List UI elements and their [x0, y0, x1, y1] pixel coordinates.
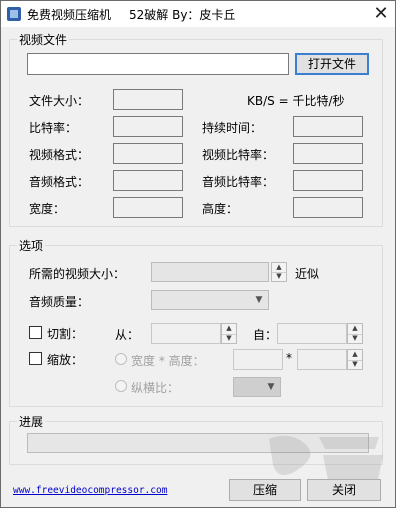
- open-file-button[interactable]: 打开文件: [295, 53, 369, 75]
- file-path-input[interactable]: [27, 53, 289, 75]
- wh-radio[interactable]: [115, 353, 127, 365]
- scale-checkbox[interactable]: [29, 352, 42, 365]
- from-label: 从：: [115, 328, 140, 342]
- close-window-icon[interactable]: ✕: [369, 3, 393, 25]
- aspect-label: 纵横比：: [131, 381, 180, 395]
- scale-height-field[interactable]: [297, 349, 347, 370]
- audio-bitrate-field: [293, 170, 363, 191]
- video-bitrate-label: 视频比特率：: [202, 148, 275, 162]
- cut-checkbox[interactable]: [29, 326, 42, 339]
- chevron-down-icon: ▼: [267, 382, 275, 392]
- spin-down-icon[interactable]: ▼: [348, 360, 362, 370]
- aspect-select[interactable]: ▼: [233, 377, 281, 397]
- file-size-label: 文件大小：: [29, 94, 90, 108]
- height-label: 高度：: [202, 202, 239, 216]
- app-icon: [7, 7, 21, 21]
- spin-down-icon[interactable]: ▼: [222, 334, 236, 344]
- cut-from-spinner[interactable]: ▲ ▼: [221, 323, 237, 344]
- target-size-spinner[interactable]: ▲ ▼: [271, 262, 287, 282]
- close-button[interactable]: 关闭: [307, 479, 381, 501]
- approx-label: 近似: [295, 267, 320, 281]
- audio-format-field: [113, 170, 183, 191]
- height-field: [293, 197, 363, 218]
- video-file-group-label: 视频文件: [17, 31, 70, 48]
- aspect-radio[interactable]: [115, 380, 127, 392]
- audio-bitrate-label: 音频比特率：: [202, 175, 275, 189]
- width-field: [113, 197, 183, 218]
- cut-to-spinner[interactable]: ▲ ▼: [347, 323, 363, 344]
- bitrate-label: 比特率：: [29, 121, 78, 135]
- target-size-label: 所需的视频大小：: [29, 267, 126, 281]
- video-bitrate-field: [293, 143, 363, 164]
- to-label: 自：: [253, 328, 278, 342]
- chevron-down-icon: ▼: [255, 295, 263, 305]
- window-title: 免费视频压缩机: [27, 8, 112, 22]
- spin-down-icon[interactable]: ▼: [348, 334, 362, 344]
- duration-label: 持续时间：: [202, 121, 263, 135]
- target-size-select[interactable]: [151, 262, 269, 282]
- scale-width-field[interactable]: [233, 349, 283, 370]
- duration-field: [293, 116, 363, 137]
- video-format-field: [113, 143, 183, 164]
- scale-label: 缩放：: [47, 353, 84, 367]
- file-size-field: [113, 89, 183, 110]
- window-subtitle: 52破解 By：皮卡丘: [129, 8, 236, 22]
- scale-height-spinner[interactable]: ▲ ▼: [347, 349, 363, 370]
- title-bar: 免费视频压缩机 52破解 By：皮卡丘 ✕: [1, 1, 395, 27]
- audio-quality-select[interactable]: ▼: [151, 290, 269, 310]
- audio-quality-label: 音频质量：: [29, 295, 90, 309]
- compress-button[interactable]: 压缩: [229, 479, 301, 501]
- options-group-label: 选项: [17, 237, 46, 254]
- cut-label: 切割：: [47, 327, 84, 341]
- video-format-label: 视频格式：: [29, 148, 90, 162]
- spin-down-icon[interactable]: ▼: [272, 272, 286, 281]
- cut-from-field[interactable]: [151, 323, 221, 344]
- bitrate-field: [113, 116, 183, 137]
- cut-to-field[interactable]: [277, 323, 347, 344]
- times-sign: *: [286, 351, 292, 365]
- wh-label: 宽度 * 高度：: [131, 354, 205, 368]
- audio-format-label: 音频格式：: [29, 175, 90, 189]
- app-window: 免费视频压缩机 52破解 By：皮卡丘 ✕ 视频文件 打开文件 文件大小： KB…: [0, 0, 396, 508]
- website-link[interactable]: www.freevideocompressor.com: [13, 485, 167, 496]
- width-label: 宽度：: [29, 202, 66, 216]
- kbs-note: KB/S = 千比特/秒: [247, 94, 345, 108]
- progress-group-label: 进展: [17, 413, 46, 430]
